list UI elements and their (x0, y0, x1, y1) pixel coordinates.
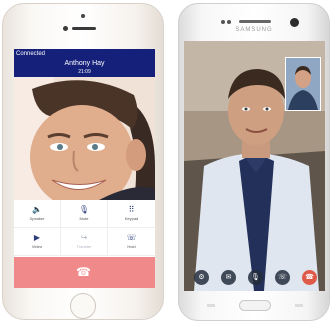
caller-photo (14, 77, 155, 200)
earpiece-speaker (72, 27, 96, 30)
microphone-icon: 🎙 (78, 205, 90, 214)
keypad-label: Keypad (124, 216, 139, 221)
speaker-label: Speaker (29, 216, 45, 221)
hold-label: Hold (127, 244, 136, 249)
light-sensor (227, 20, 231, 24)
video-call-screen: ⚙ ✉ 🎙 ☏ ☎ (184, 41, 325, 291)
caller-name: Anthony Hay (64, 60, 105, 67)
mute-button[interactable]: 🎙 Mute (61, 200, 108, 228)
earpiece-speaker (239, 20, 271, 23)
transfer-button[interactable]: ↪ Transfer (61, 228, 108, 256)
speaker-button[interactable]: 🔈 Speaker (14, 200, 61, 228)
keypad-button[interactable]: ⠿ Keypad (108, 200, 155, 228)
transfer-label: Transfer (76, 244, 92, 249)
call-timer: 21:09 (78, 69, 91, 75)
phone-icon: ☏ (278, 274, 287, 281)
chat-icon: ✉ (225, 274, 232, 281)
front-camera (63, 26, 68, 31)
call-controls: 🔈 Speaker 🎙 Mute ⠿ Keypad ▶ Video ↪ Tran… (14, 200, 155, 257)
video-camera-icon: ▶ (33, 233, 41, 242)
end-call-button[interactable]: ☎ (302, 270, 317, 285)
transfer-icon: ↪ (80, 233, 88, 242)
hold-icon: ☏ (126, 233, 137, 242)
settings-icon: ⚙ (198, 274, 205, 281)
video-call-controls: ⚙ ✉ 🎙 ☏ ☎ (184, 268, 325, 288)
recent-apps-key[interactable] (295, 304, 303, 307)
call-button[interactable]: ☏ (275, 270, 290, 285)
samsung-device: SAMSUNG ⚙ ✉ 🎙 ☏ ☎ (178, 3, 330, 321)
self-view-video[interactable] (285, 57, 321, 111)
front-sensor (81, 14, 85, 18)
hold-button[interactable]: ☏ Hold (108, 228, 155, 256)
microphone-icon: 🎙 (251, 274, 260, 281)
end-call-button[interactable]: ☎ (14, 257, 155, 288)
chat-button[interactable]: ✉ (221, 270, 236, 285)
call-screen: Connected Anthony Hay 21:09 🔈 Speaker 🎙 … (14, 49, 155, 288)
mute-label: Mute (79, 216, 89, 221)
settings-button[interactable]: ⚙ (194, 270, 209, 285)
self-view-illustration (286, 58, 320, 110)
back-key[interactable] (207, 304, 215, 307)
home-button[interactable] (239, 300, 271, 311)
keypad-icon: ⠿ (128, 205, 135, 214)
end-call-icon: ☎ (76, 265, 91, 279)
home-button[interactable] (70, 293, 96, 319)
call-header: Connected Anthony Hay 21:09 (14, 49, 155, 77)
mute-button[interactable]: 🎙 (248, 270, 263, 285)
brand-logo: SAMSUNG (235, 27, 273, 33)
proximity-sensor (221, 20, 225, 24)
call-status: Connected (16, 51, 46, 57)
end-call-icon: ☎ (305, 274, 314, 281)
speaker-icon: 🔈 (32, 205, 42, 214)
video-button[interactable]: ▶ Video (14, 228, 61, 256)
front-camera (290, 18, 299, 27)
iphone-device: Connected Anthony Hay 21:09 🔈 Speaker 🎙 … (2, 3, 164, 320)
caller-portrait-illustration (14, 77, 155, 200)
video-label: Video (31, 244, 43, 249)
